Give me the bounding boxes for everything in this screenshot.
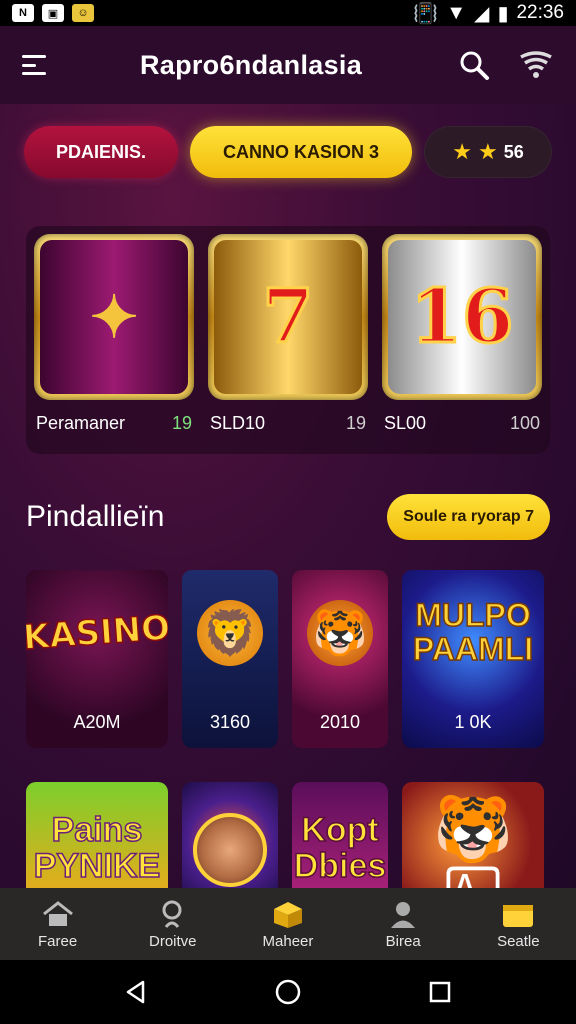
game-label: 1 0K: [454, 711, 492, 732]
tiger-icon: 🐯: [307, 600, 373, 666]
nav-item-wallet[interactable]: Seatle: [468, 899, 568, 950]
reel-symbol: 16: [409, 273, 515, 362]
system-nav-bar: [0, 960, 576, 1024]
slot-value: 100: [509, 412, 540, 433]
user-icon: [385, 899, 421, 929]
game-card[interactable]: 🐯 2010: [292, 570, 388, 748]
slot-card[interactable]: 7 SLD10 19: [208, 234, 368, 454]
roulette-portrait-icon: [193, 813, 267, 887]
vibrate-icon: 📳: [413, 2, 439, 25]
game-logo: MULPO PAAMLI: [412, 597, 534, 667]
home-circle-icon[interactable]: [268, 972, 308, 1012]
game-logo: Kopt Dbies: [293, 811, 387, 885]
games-row: KASINO A20M 🦁 3160 🐯 2010 MULPO PAAMLI 1…: [0, 570, 576, 748]
rating-count: 56: [503, 141, 524, 162]
signal-icon: ◢: [474, 2, 490, 25]
recents-icon[interactable]: [420, 972, 460, 1012]
nav-item-profile[interactable]: Birea: [353, 899, 453, 950]
lion-icon: 🦁: [197, 600, 263, 666]
game-label: 3160: [209, 711, 251, 732]
section-header: Pindallieїn Soule ra ryorap 7: [0, 492, 576, 542]
slot-reel[interactable]: ✦: [34, 234, 194, 400]
tiger-cards-icon: 🐯🂡: [433, 793, 513, 888]
game-card[interactable]: [182, 782, 278, 888]
back-icon[interactable]: [116, 972, 156, 1012]
nav-label: Seatle: [497, 932, 540, 950]
featured-slots: ✦ Peramaner 19 7 SLD10 19 16 SL00 100: [26, 226, 550, 454]
emoji-icon: ☺: [72, 4, 94, 22]
games-row: Pains PYNIKE Kopt Dbies 🐯🂡: [0, 782, 576, 888]
slot-value: 19: [345, 412, 366, 433]
app-title: Rapro6ndanlasia: [139, 49, 363, 80]
battery-icon: ▮: [497, 2, 509, 25]
game-logo: Pains PYNIKE: [33, 811, 161, 885]
reel-symbol: ✦: [89, 283, 139, 351]
game-logo: KASINO: [26, 607, 168, 659]
chip-rating[interactable]: ★ ★ 56: [424, 126, 552, 178]
game-card[interactable]: Pains PYNIKE: [26, 782, 168, 888]
home-icon: [40, 899, 76, 929]
nav-label: Droitve: [149, 932, 197, 950]
game-card[interactable]: 🐯🂡: [402, 782, 544, 888]
menu-icon[interactable]: [22, 55, 46, 75]
chip-popular[interactable]: PDAIENIS.: [24, 126, 178, 178]
nav-label: Faree: [38, 932, 78, 950]
game-card[interactable]: KASINO A20M: [26, 570, 168, 748]
search-icon[interactable]: [456, 47, 492, 83]
game-card[interactable]: Kopt Dbies: [292, 782, 388, 888]
game-card[interactable]: MULPO PAAMLI 1 0K: [402, 570, 544, 748]
wallet-icon: [500, 899, 536, 929]
slot-name: SL00: [384, 412, 427, 433]
nav-label: Maheer: [262, 932, 314, 950]
game-label: A20M: [73, 711, 121, 732]
wifi-signal-icon[interactable]: [518, 47, 554, 83]
filter-chips: PDAIENIS. CANNO KASION 3 ★ ★ 56: [0, 104, 576, 204]
see-all-button[interactable]: Soule ra ryorap 7: [387, 494, 550, 540]
section-title: Pindallieїn: [26, 500, 165, 533]
reel-symbol: 7: [261, 273, 315, 362]
star-icon: ★: [452, 139, 472, 164]
nav-label: Birea: [385, 932, 421, 950]
search-person-icon: [155, 899, 191, 929]
app-screen: Rapro6ndanlasia PDAIENIS. CANNO KASION 3…: [0, 26, 576, 888]
slot-name: Peramaner: [36, 412, 126, 433]
game-card[interactable]: 🦁 3160: [182, 570, 278, 748]
app-icon: ▣: [42, 4, 64, 22]
wifi-icon: ▼: [446, 1, 467, 24]
app-header: Rapro6ndanlasia: [0, 26, 576, 104]
game-label: 2010: [319, 711, 361, 732]
notification-icon: N: [12, 4, 34, 22]
nav-item-home[interactable]: Faree: [8, 899, 108, 950]
slot-name: SLD10: [210, 412, 266, 433]
status-time: 22:36: [516, 2, 564, 23]
slot-card[interactable]: 16 SL00 100: [382, 234, 542, 454]
chip-casino[interactable]: CANNO KASION 3: [190, 126, 412, 178]
slot-reel[interactable]: 7: [208, 234, 368, 400]
nav-item-main[interactable]: Maheer: [238, 899, 338, 950]
slot-reel[interactable]: 16: [382, 234, 542, 400]
slot-card[interactable]: ✦ Peramaner 19: [34, 234, 194, 454]
box-icon: [270, 899, 306, 929]
slot-value: 19: [171, 412, 192, 433]
status-bar: N ▣ ☺ 📳 ▼ ◢ ▮ 22:36: [0, 0, 576, 26]
bottom-nav: Faree Droitve Maheer Birea Seatle: [0, 888, 576, 960]
nav-item-discover[interactable]: Droitve: [123, 899, 223, 950]
star-icon: ★: [477, 139, 498, 164]
